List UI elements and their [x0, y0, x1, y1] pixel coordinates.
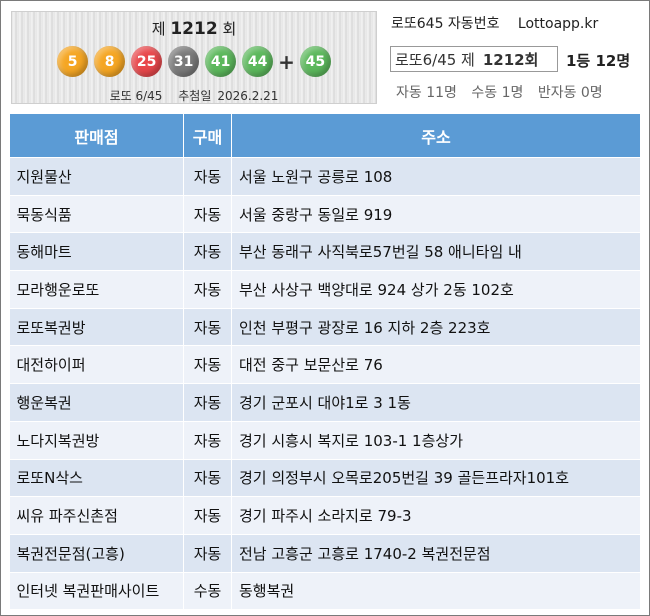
type-cell: 자동 [183, 157, 232, 196]
draw-prefix: 제 [151, 20, 166, 38]
header-title: 로또645 자동번호 Lottoapp.kr [391, 13, 598, 33]
address-cell: 경기 의정부시 오목로205번길 39 골든프라자101호 [231, 459, 641, 498]
lotto-ball: 8 [94, 46, 126, 77]
bonus-ball: 45 [299, 46, 331, 77]
table-header-row: 판매점 구매 주소 [9, 113, 641, 158]
lotto-ball: 5 [57, 46, 89, 77]
address-cell: 전남 고흥군 고흥로 1740-2 복권전문점 [231, 534, 641, 573]
lotto-ball: 44 [242, 46, 274, 77]
winner-breakdown: 자동 11명 수동 1명 반자동 0명 [396, 82, 613, 102]
winning-numbers-panel: 제 1212 회 5 8 25 31 41 44 +45 로또 6/45 추첨일 2026.2… [11, 11, 377, 104]
type-cell: 자동 [183, 308, 232, 347]
store-cell: 모라행운로또 [9, 270, 184, 309]
store-cell: 씨유 파주신촌점 [9, 496, 184, 535]
store-cell: 인터넷 복권판매사이트 [9, 572, 184, 611]
header-type: 구매 [183, 113, 232, 158]
type-cell: 자동 [183, 421, 232, 460]
table-row: 지원물산 자동 서울 노원구 공릉로 108 [9, 157, 641, 196]
round-number: 1212회 [482, 50, 539, 69]
address-cell: 동행복권 [231, 572, 641, 611]
table-row: 씨유 파주신촌점 자동 경기 파주시 소라지로 79-3 [9, 496, 641, 535]
store-cell: 묵동식품 [9, 195, 184, 234]
store-cell: 대전하이퍼 [9, 345, 184, 385]
game-name: 로또 6/45 [109, 89, 163, 103]
table-row: 행운복권 자동 경기 군포시 대야1로 3 1동 [9, 383, 641, 422]
draw-suffix: 회 [222, 20, 237, 38]
manual-count: 수동 1명 [471, 85, 524, 101]
table-row: 묵동식품 자동 서울 중랑구 동일로 919 [9, 195, 641, 234]
table-row: 로또N삭스 자동 경기 의정부시 오목로205번길 39 골든프라자101호 [9, 459, 641, 498]
store-cell: 로또복권방 [9, 308, 184, 347]
ball-row: 5 8 25 31 41 44 +45 [12, 46, 376, 77]
address-cell: 경기 군포시 대야1로 3 1동 [231, 383, 641, 422]
type-cell: 자동 [183, 232, 232, 272]
table-row: 인터넷 복권판매사이트 수동 동행복권 [9, 572, 641, 611]
address-cell: 부산 사상구 백양대로 924 상가 2동 102호 [231, 270, 641, 309]
round-selector[interactable]: 로또6/45 제 1212회 [390, 46, 558, 72]
draw-number: 제 1212 회 [12, 18, 376, 39]
table-row: 복권전문점(고흥) 자동 전남 고흥군 고흥로 1740-2 복권전문점 [9, 534, 641, 573]
address-cell: 대전 중구 보문산로 76 [231, 345, 641, 385]
store-cell: 노다지복권방 [9, 421, 184, 460]
type-cell: 자동 [183, 459, 232, 498]
draw-date: 2026.2.21 [217, 89, 279, 103]
page-frame: 제 1212 회 5 8 25 31 41 44 +45 로또 6/45 추첨일 2026.2… [0, 0, 650, 616]
type-cell: 자동 [183, 345, 232, 385]
address-cell: 서울 중랑구 동일로 919 [231, 195, 641, 234]
table-row: 노다지복권방 자동 경기 시흥시 복지로 103-1 1층상가 [9, 421, 641, 460]
type-cell: 자동 [183, 534, 232, 573]
first-prize-count: 1등 12명 [566, 52, 631, 70]
header-store: 판매점 [9, 113, 184, 158]
store-cell: 지원물산 [9, 157, 184, 196]
draw-number-value: 1212 [170, 19, 218, 39]
lotto-ball: 31 [168, 46, 200, 77]
address-cell: 부산 동래구 사직북로57번길 58 애니타임 내 [231, 232, 641, 272]
store-cell: 복권전문점(고흥) [9, 534, 184, 573]
site-name: Lottoapp.kr [517, 16, 599, 32]
round-label: 로또6/45 제 [395, 50, 475, 69]
draw-info: 로또 6/45 추첨일 2026.2.21 [12, 87, 376, 104]
address-cell: 경기 파주시 소라지로 79-3 [231, 496, 641, 535]
lotto-ball: 25 [131, 46, 163, 77]
table-row: 로또복권방 자동 인천 부평구 광장로 16 지하 2층 223호 [9, 308, 641, 347]
address-cell: 서울 노원구 공릉로 108 [231, 157, 641, 196]
store-table: 판매점 구매 주소 지원물산 자동 서울 노원구 공릉로 108 묵동식품 자동 서울 중… [9, 113, 641, 611]
semi-auto-count: 반자동 0명 [537, 85, 603, 101]
store-cell: 동해마트 [9, 232, 184, 272]
type-cell: 자동 [183, 195, 232, 234]
draw-date-label: 추첨일 [178, 89, 212, 103]
type-cell: 수동 [183, 572, 232, 611]
table-row: 동해마트 자동 부산 동래구 사직북로57번길 58 애니타임 내 [9, 232, 641, 272]
auto-count: 자동 11명 [396, 85, 457, 101]
type-cell: 자동 [183, 270, 232, 309]
table-body: 지원물산 자동 서울 노원구 공릉로 108 묵동식품 자동 서울 중랑구 동일로 919… [9, 157, 641, 611]
plus-sign: + [278, 49, 295, 74]
header-address: 주소 [231, 113, 641, 158]
address-cell: 인천 부평구 광장로 16 지하 2층 223호 [231, 308, 641, 347]
lotto-ball: 41 [205, 46, 237, 77]
store-cell: 로또N삭스 [9, 459, 184, 498]
table-row: 모라행운로또 자동 부산 사상구 백양대로 924 상가 2동 102호 [9, 270, 641, 309]
address-cell: 경기 시흥시 복지로 103-1 1층상가 [231, 421, 641, 460]
table-row: 대전하이퍼 자동 대전 중구 보문산로 76 [9, 345, 641, 385]
type-cell: 자동 [183, 383, 232, 422]
type-cell: 자동 [183, 496, 232, 535]
store-cell: 행운복권 [9, 383, 184, 422]
app-title: 로또645 자동번호 [391, 16, 500, 32]
